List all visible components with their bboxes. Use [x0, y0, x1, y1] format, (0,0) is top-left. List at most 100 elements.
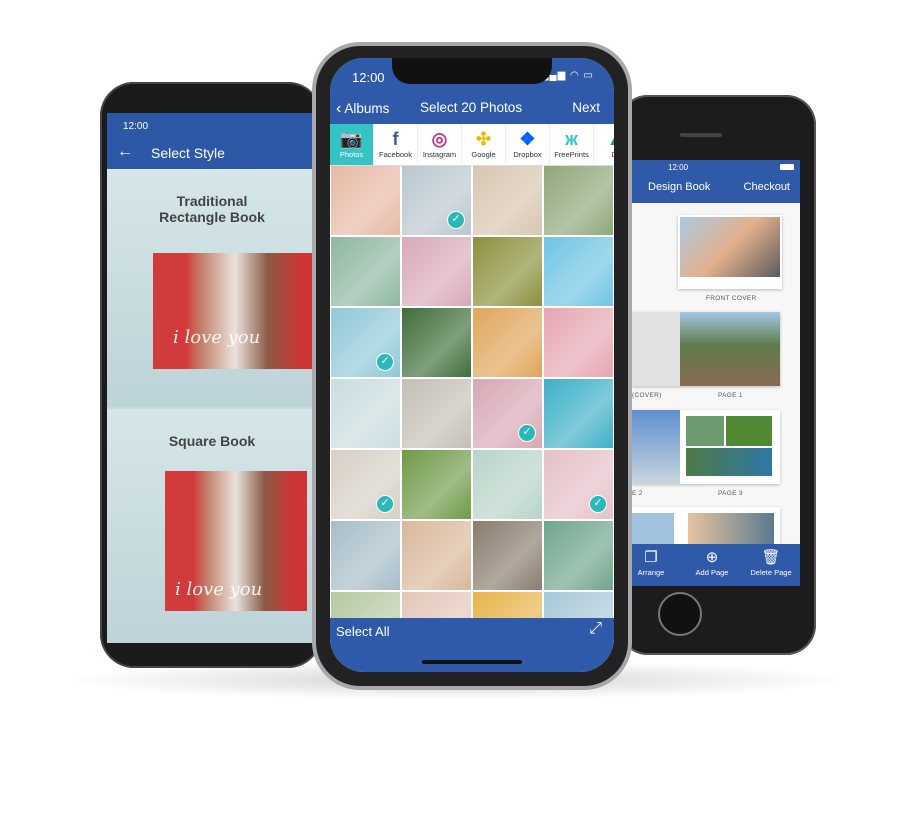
source-label: FreePrints: [554, 150, 589, 159]
photo-tile[interactable]: [544, 521, 613, 590]
checkout-button[interactable]: Checkout: [744, 181, 790, 193]
photo-tile[interactable]: [544, 379, 613, 448]
next-button[interactable]: Next: [572, 100, 600, 115]
checkmark-icon: ✓: [589, 495, 607, 513]
photo-tile[interactable]: [473, 308, 542, 377]
bottom-toolbar: ❐ Arrange ⊕ Add Page 🗑 Delete Page: [632, 544, 800, 586]
photo-tile[interactable]: [473, 521, 542, 590]
photo-tile[interactable]: [402, 521, 471, 590]
source-tab-photos[interactable]: 📷 Photos: [330, 124, 374, 165]
source-label: Dropbox: [513, 150, 542, 159]
battery-icon: [780, 164, 794, 170]
photo-tile[interactable]: [402, 450, 471, 519]
photo-tile[interactable]: [331, 379, 400, 448]
photo-tile[interactable]: [544, 237, 613, 306]
dropbox-icon: ❖: [519, 129, 536, 149]
photo-tile[interactable]: ✓: [544, 450, 613, 519]
status-time: 12:00: [352, 70, 385, 85]
header: 12:00 Design Book Checkout: [632, 160, 800, 203]
photo-tile[interactable]: [402, 379, 471, 448]
camera-icon: 📷: [340, 129, 363, 149]
photo-tile[interactable]: ✓: [473, 379, 542, 448]
photo-tile[interactable]: [331, 521, 400, 590]
photo-tile[interactable]: [473, 592, 542, 618]
arrow-left-icon[interactable]: ←: [117, 143, 133, 161]
photo-tile[interactable]: [402, 308, 471, 377]
source-label: Google: [471, 150, 496, 159]
source-label: Dr: [594, 150, 614, 159]
style-name: Traditional Rectangle Book: [159, 193, 265, 225]
checkmark-icon: ✓: [447, 211, 465, 229]
front-cover-page[interactable]: [678, 215, 782, 289]
page-label: (COVER): [632, 392, 662, 399]
source-tab-dropbox[interactable]: ❖ Dropbox: [506, 124, 550, 165]
couple-photo: i love you: [153, 253, 317, 369]
photo-tile[interactable]: ✓: [402, 166, 471, 235]
photo-tile[interactable]: [331, 166, 400, 235]
photo-tile[interactable]: ✓: [331, 308, 400, 377]
photo-tile[interactable]: [473, 166, 542, 235]
select-all-button[interactable]: Select All: [336, 624, 389, 639]
photo-source-tabs: 📷 Photos f Facebook ◎ Instagram ✣ Google ❖ Dropbo…: [330, 124, 614, 166]
source-label: Facebook: [379, 150, 412, 159]
albums-back-button[interactable]: ‹ Albums: [336, 100, 389, 118]
style-name: Square Book: [168, 433, 256, 449]
photo-tile[interactable]: [544, 166, 613, 235]
add-page-button[interactable]: ⊕ Add Page: [692, 548, 732, 577]
status-time: 12:00: [668, 163, 689, 172]
select-style-screen: 12:00 Select Style ← Traditional Rectang…: [107, 113, 317, 643]
instagram-icon: ◎: [431, 129, 448, 149]
style-option-square[interactable]: Square Book i love you: [107, 409, 317, 643]
add-page-icon: ⊕: [705, 549, 719, 566]
source-tab-dr[interactable]: ▲Dr: [594, 124, 614, 165]
source-tab-freeprints[interactable]: ж FreePrints: [550, 124, 594, 165]
photo-tile[interactable]: [331, 237, 400, 306]
page-label: PAGE 3: [718, 490, 743, 497]
butterfly-icon: ж: [565, 129, 578, 149]
status-bar: 12:00: [107, 113, 317, 139]
design-book-screen: 12:00 Design Book Checkout FRONT COVER (…: [632, 160, 800, 586]
photo-tile[interactable]: [331, 592, 400, 618]
photo-tile[interactable]: [473, 450, 542, 519]
style-option-rectangle[interactable]: Traditional Rectangle Book i love you: [107, 169, 317, 407]
chevron-left-icon: ‹: [336, 100, 342, 117]
page-label: FRONT COVER: [706, 295, 757, 302]
photo-caption: i love you: [173, 327, 261, 348]
source-tab-facebook[interactable]: f Facebook: [374, 124, 418, 165]
page-2-3-spread[interactable]: [632, 410, 780, 484]
couple-photo: i love you: [165, 471, 307, 611]
photo-tile[interactable]: [402, 592, 471, 618]
notch: [392, 58, 552, 84]
delete-page-button[interactable]: 🗑 Delete Page: [748, 548, 794, 577]
photo-grid: ✓ ✓ ✓ ✓ ✓: [331, 166, 613, 618]
page-label: PAGE 1: [718, 392, 743, 399]
speaker: [680, 133, 722, 137]
source-tab-instagram[interactable]: ◎ Instagram: [418, 124, 462, 165]
source-label: Photos: [339, 150, 364, 159]
screen-title: Select Style: [107, 139, 317, 169]
page-1-spread[interactable]: [632, 312, 780, 386]
checkmark-icon: ✓: [518, 424, 536, 442]
page-4-5-spread[interactable]: [632, 507, 780, 547]
page-label: E 2: [632, 490, 643, 497]
photo-tile[interactable]: ✓: [331, 450, 400, 519]
photo-caption: i love you: [175, 579, 263, 600]
google-photos-icon: ✣: [475, 129, 492, 149]
screen-title: Design Book: [648, 181, 711, 193]
screen-title: Select 20 Photos: [420, 100, 523, 115]
photo-tile[interactable]: [544, 592, 613, 618]
home-button[interactable]: [658, 592, 702, 636]
drive-icon: ▲: [594, 128, 614, 150]
photo-tile[interactable]: [544, 308, 613, 377]
trash-icon: 🗑: [761, 549, 781, 566]
source-label: Instagram: [422, 150, 457, 159]
checkmark-icon: ✓: [376, 495, 394, 513]
select-photos-screen: 12:00 ▂▄▆ ◠ ▭ ‹ Albums Select 20 Photos …: [330, 58, 614, 672]
facebook-icon: f: [392, 129, 399, 149]
photo-tile[interactable]: [473, 237, 542, 306]
arrange-button[interactable]: ❐ Arrange: [636, 548, 666, 577]
photo-tile[interactable]: [402, 237, 471, 306]
layers-icon: ❐: [644, 549, 658, 566]
expand-icon[interactable]: ⤢: [589, 620, 602, 638]
source-tab-google[interactable]: ✣ Google: [462, 124, 506, 165]
